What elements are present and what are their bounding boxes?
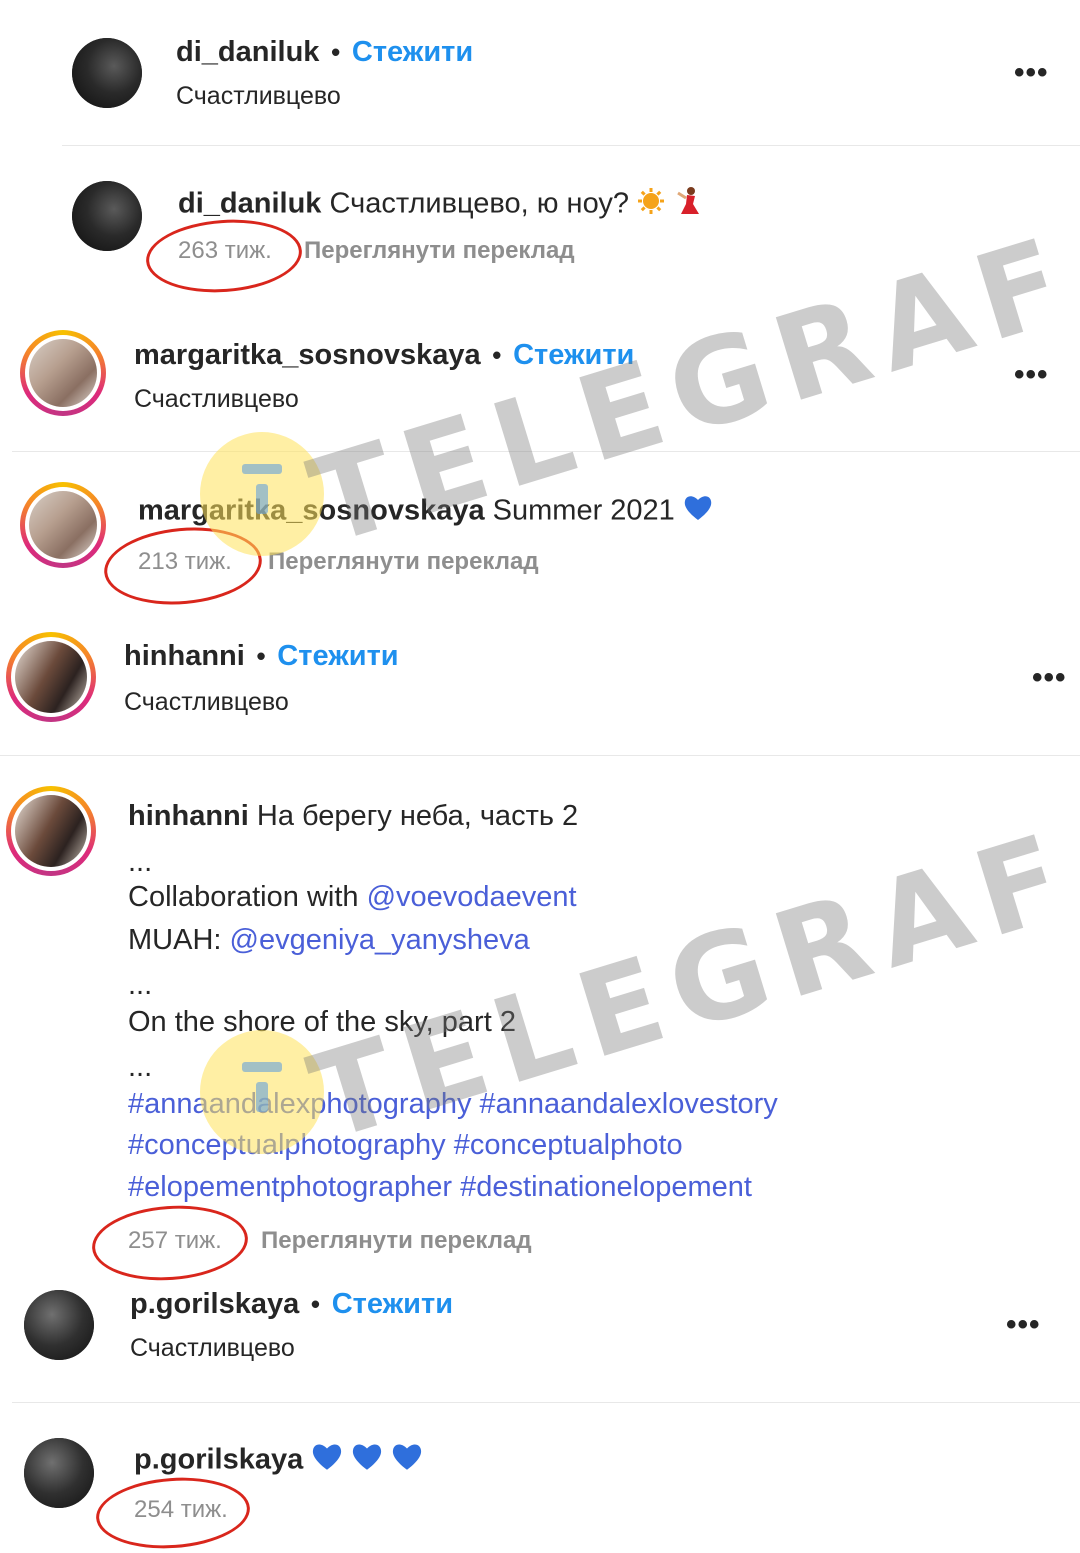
see-translation-link[interactable]: Переглянути переклад bbox=[304, 237, 575, 265]
caption: di_daniluk Счастливцево, ю ноу? bbox=[178, 186, 701, 224]
avatar[interactable] bbox=[24, 1290, 94, 1360]
username-link[interactable]: margaritka_sosnovskaya bbox=[134, 339, 481, 371]
caption-line-collab: Collaboration with @voevodaevent bbox=[128, 881, 577, 913]
more-options-icon[interactable]: ••• bbox=[1006, 1308, 1041, 1342]
hashtag-line[interactable]: #elopementphotographer #destinationelope… bbox=[128, 1171, 752, 1204]
red-circle-annotation bbox=[93, 1472, 253, 1553]
divider bbox=[0, 755, 1080, 756]
caption-line-ellipsis: ... bbox=[128, 969, 153, 1001]
avatar[interactable] bbox=[6, 632, 96, 722]
follow-button[interactable]: Стежити bbox=[352, 36, 473, 68]
avatar[interactable] bbox=[20, 482, 106, 568]
username-link[interactable]: p.gorilskaya bbox=[130, 1288, 299, 1320]
mention-link[interactable]: @evgeniya_yanysheva bbox=[230, 924, 530, 956]
caption-username[interactable]: p.gorilskaya bbox=[134, 1444, 303, 1476]
blue-heart-icon bbox=[391, 1442, 423, 1480]
post-header: di_daniluk • Стежити bbox=[176, 36, 473, 69]
blue-heart-icon bbox=[311, 1442, 343, 1480]
separator-dot: • bbox=[249, 641, 273, 671]
mention-link[interactable]: @voevodaevent bbox=[367, 881, 577, 913]
separator-dot: • bbox=[303, 1289, 328, 1319]
more-options-icon[interactable]: ••• bbox=[1014, 358, 1049, 392]
caption-text: Счастливцево, ю ноу? bbox=[329, 187, 629, 220]
blue-heart-icon bbox=[351, 1442, 383, 1480]
caption-line-muah: MUAH: @evgeniya_yanysheva bbox=[128, 924, 530, 956]
sun-emoji-icon bbox=[637, 187, 665, 223]
see-translation-link[interactable]: Переглянути переклад bbox=[268, 548, 539, 576]
red-circle-annotation bbox=[143, 214, 305, 298]
caption: p.gorilskaya bbox=[134, 1442, 423, 1480]
caption-username[interactable]: hinhanni bbox=[128, 800, 249, 832]
avatar[interactable] bbox=[20, 330, 106, 416]
caption: hinhanni На берегу неба, часть 2 bbox=[128, 800, 578, 833]
avatar[interactable] bbox=[6, 786, 96, 876]
avatar[interactable] bbox=[72, 181, 142, 251]
see-translation-link[interactable]: Переглянути переклад bbox=[261, 1227, 532, 1255]
more-options-icon[interactable]: ••• bbox=[1014, 56, 1049, 90]
caption-username[interactable]: di_daniluk bbox=[178, 188, 321, 220]
location-link[interactable]: Счастливцево bbox=[124, 688, 289, 717]
caption-line-ellipsis: ... bbox=[128, 1051, 153, 1083]
separator-dot: • bbox=[323, 37, 348, 67]
separator-dot: • bbox=[485, 340, 509, 370]
post-header: p.gorilskaya • Стежити bbox=[130, 1288, 453, 1321]
avatar[interactable] bbox=[72, 38, 142, 108]
avatar[interactable] bbox=[24, 1438, 94, 1508]
follow-button[interactable]: Стежити bbox=[277, 640, 398, 672]
blue-heart-icon bbox=[683, 494, 713, 530]
caption-text: На берегу неба, часть 2 bbox=[256, 800, 579, 832]
username-link[interactable]: di_daniluk bbox=[176, 36, 319, 68]
location-link[interactable]: Счастливцево bbox=[130, 1334, 295, 1363]
caption-line-ellipsis: ... bbox=[128, 846, 153, 878]
follow-button[interactable]: Стежити bbox=[332, 1288, 453, 1320]
dancer-emoji-icon bbox=[673, 186, 701, 224]
location-link[interactable]: Счастливцево bbox=[176, 82, 341, 111]
red-circle-annotation bbox=[89, 1200, 251, 1286]
username-link[interactable]: hinhanni bbox=[124, 640, 245, 672]
divider bbox=[62, 145, 1080, 146]
divider bbox=[12, 1402, 1080, 1403]
post-header: hinhanni • Стежити bbox=[124, 640, 399, 673]
location-link[interactable]: Счастливцево bbox=[134, 385, 299, 414]
more-options-icon[interactable]: ••• bbox=[1032, 661, 1067, 695]
